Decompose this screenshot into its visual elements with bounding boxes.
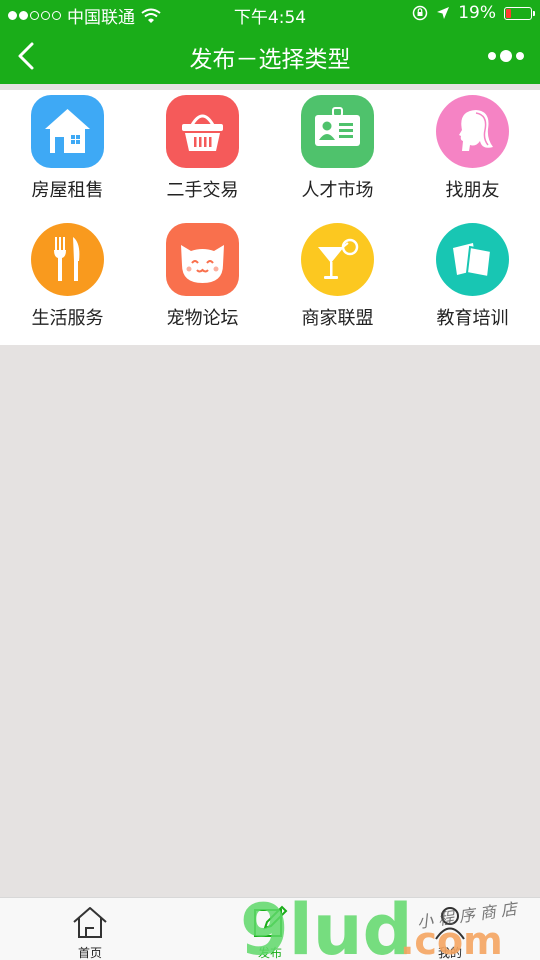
more-options-button[interactable] [486, 46, 526, 66]
user-icon [435, 907, 465, 940]
battery-percent: 19% [458, 3, 496, 23]
category-merchant-alliance[interactable]: 商家联盟 [270, 218, 405, 346]
category-grid: 房屋租售 二手交易 人才市场 找朋友 生活服务 宠物论坛 商家联盟 教育培训 [0, 90, 540, 345]
tab-label: 发布 [257, 946, 282, 960]
category-label: 教育培训 [436, 308, 509, 329]
status-right: 19% [412, 3, 535, 23]
category-label: 宠物论坛 [166, 308, 239, 329]
house-icon [31, 95, 104, 168]
tab-mine[interactable]: 我的 [360, 898, 540, 960]
category-second-hand[interactable]: 二手交易 [135, 90, 270, 218]
home-icon [73, 907, 107, 938]
cat-icon [166, 223, 239, 296]
category-label: 二手交易 [166, 180, 239, 201]
category-pet-forum[interactable]: 宠物论坛 [135, 218, 270, 346]
tab-home[interactable]: 首页 [0, 898, 180, 960]
status-bar: 中国联通 下午4:54 19% [0, 0, 540, 28]
category-education[interactable]: 教育培训 [405, 218, 540, 346]
category-label: 人才市场 [301, 180, 374, 201]
category-house-rental[interactable]: 房屋租售 [0, 90, 135, 218]
rotation-lock-icon [412, 5, 428, 21]
cocktail-icon [301, 223, 374, 296]
basket-icon [166, 95, 239, 168]
category-life-services[interactable]: 生活服务 [0, 218, 135, 346]
category-label: 找朋友 [445, 180, 500, 201]
battery-icon [504, 6, 535, 20]
tab-publish[interactable]: 发布 [180, 898, 360, 960]
navigation-bar: 发布－选择类型 [0, 28, 540, 84]
location-icon [437, 7, 450, 19]
category-find-friends[interactable]: 找朋友 [405, 90, 540, 218]
tab-label: 首页 [77, 946, 102, 960]
page-title: 发布－选择类型 [189, 47, 351, 73]
edit-icon [254, 905, 288, 937]
category-talent-market[interactable]: 人才市场 [270, 90, 405, 218]
tab-bar: 首页 发布 我的 [0, 897, 540, 960]
category-label: 房屋租售 [31, 180, 104, 201]
category-label: 生活服务 [31, 308, 104, 329]
tab-label: 我的 [437, 946, 462, 960]
fork-knife-icon [31, 223, 104, 296]
id-card-icon [301, 95, 374, 168]
category-label: 商家联盟 [301, 308, 374, 329]
woman-profile-icon [436, 95, 509, 168]
cards-icon [436, 223, 509, 296]
